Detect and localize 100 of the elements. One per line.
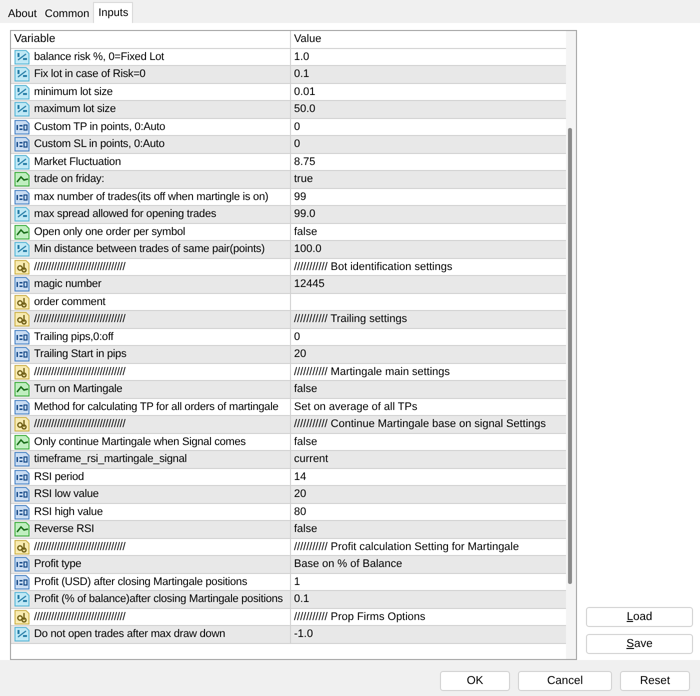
string-type-icon [14,538,30,555]
footer-button[interactable]: OK [440,671,510,691]
value-cell[interactable]: false [291,434,566,450]
value-cell[interactable]: 99 [291,188,566,205]
value-cell[interactable]: 0.1 [291,66,566,82]
value-cell[interactable]: /////////// Continue Martingale base on signal Settings [291,416,566,432]
int-type-icon [14,504,30,520]
string-type-icon [14,608,30,625]
variable-name: Market Fluctuation [34,154,121,169]
value-cell[interactable]: Set on average of all TPs [291,398,566,415]
variable-name: Min distance between trades of same pair(points) [34,242,265,256]
value-cell[interactable]: Base on % of Balance [291,556,566,572]
value-cell[interactable]: 0 [291,136,566,152]
column-header[interactable]: Variable [11,31,291,48]
footer-button[interactable]: Reset [620,671,690,691]
value-cell[interactable]: 14 [291,468,566,485]
double-type-icon [14,206,30,222]
variable-name: Method for calculating TP for all orders of martingale [34,400,278,414]
variable-name: Trailing Start in pips [34,347,126,362]
int-type-icon [14,136,30,152]
variable-name: Profit (USD) after closing Martingale positions [34,574,248,589]
value-cell[interactable]: 0.1 [291,591,566,608]
variable-name: Custom TP in points, 0:Auto [34,120,166,134]
column-header[interactable]: Value [291,31,566,48]
scrollbar-thumb[interactable] [568,128,572,584]
bool-type-icon [14,381,30,398]
bool-type-icon [14,434,30,450]
double-type-icon [14,591,30,608]
double-type-icon [14,154,30,170]
int-type-icon [14,276,30,292]
variable-name: RSI period [34,470,84,484]
int-type-icon [14,398,30,415]
value-cell[interactable]: 20 [291,486,566,502]
footer-button[interactable]: Cancel [518,671,612,691]
variable-name: Do not open trades after max draw down [34,627,226,642]
int-type-icon [14,328,30,345]
variable-name: Open only one order per symbol [34,224,186,239]
value-cell[interactable]: 0 [291,328,566,345]
value-cell[interactable]: current [291,451,566,468]
side-button[interactable]: Save [586,634,693,654]
variable-name: Profit type [34,557,82,572]
double-type-icon [14,84,30,100]
value-cell[interactable]: /////////// Trailing settings [291,311,566,328]
value-cell[interactable]: 50.0 [291,101,566,118]
value-cell[interactable]: 20 [291,346,566,362]
value-cell[interactable]: 100.0 [291,241,566,258]
string-type-icon [14,311,30,328]
value-cell[interactable]: 0 [291,118,566,135]
int-type-icon [14,451,30,468]
variable-name: //////////////////////////////// [34,610,126,624]
int-type-icon [14,118,30,135]
value-cell[interactable]: 1 [291,574,566,590]
variable-name: //////////////////////////////// [34,364,126,379]
value-cell[interactable]: false [291,381,566,398]
value-cell[interactable]: 1.0 [291,48,566,65]
int-type-icon [14,346,30,362]
value-cell[interactable]: /////////// Martingale main settings [291,364,566,380]
variable-name: trade on friday: [34,172,104,186]
value-cell[interactable]: 80 [291,504,566,520]
bool-type-icon [14,224,30,240]
value-cell[interactable]: 0.01 [291,84,566,100]
variable-name: //////////////////////////////// [34,260,126,274]
value-cell[interactable]: true [291,171,566,188]
double-type-icon [14,241,30,258]
variable-name: Reverse RSI [34,522,94,536]
double-type-icon [14,66,30,82]
value-cell[interactable]: /////////// Bot identification settings [291,258,566,275]
value-cell[interactable]: false [291,521,566,538]
value-cell[interactable]: -1.0 [291,626,566,642]
double-type-icon [14,626,30,642]
variable-name: Custom SL in points, 0:Auto [34,137,165,152]
variable-name: magic number [34,277,102,292]
variable-name: RSI high value [34,504,103,519]
value-cell[interactable]: 8.75 [291,154,566,170]
variable-name: Fix lot in case of Risk=0 [34,67,146,82]
value-cell[interactable]: /////////// Prop Firms Options [291,608,566,625]
value-cell[interactable]: 99.0 [291,206,566,222]
int-type-icon [14,188,30,205]
int-type-icon [14,574,30,590]
bool-type-icon [14,171,30,188]
value-cell[interactable]: false [291,224,566,240]
variable-name: max number of trades(its off when martingle is on) [34,190,268,204]
variable-name: //////////////////////////////// [34,312,126,326]
variable-name: timeframe_rsi_martingale_signal [34,452,187,466]
int-type-icon [14,468,30,485]
variable-name: minimum lot size [34,84,113,99]
string-type-icon [14,258,30,275]
variable-name: RSI low value [34,487,99,502]
variable-name: max spread allowed for opening trades [34,207,216,222]
value-cell[interactable]: 12445 [291,276,566,292]
int-type-icon [14,556,30,572]
side-button[interactable]: Load [586,607,693,627]
variable-name: Trailing pips,0:off [34,330,114,344]
string-type-icon [14,294,30,310]
variable-name: Turn on Martingale [34,382,122,396]
scrollbar[interactable] [566,31,576,659]
variable-name: balance risk %, 0=Fixed Lot [34,50,164,64]
tab[interactable]: Inputs [93,2,134,23]
bool-type-icon [14,521,30,538]
value-cell[interactable]: /////////// Profit calculation Setting for Martingale [291,538,566,555]
